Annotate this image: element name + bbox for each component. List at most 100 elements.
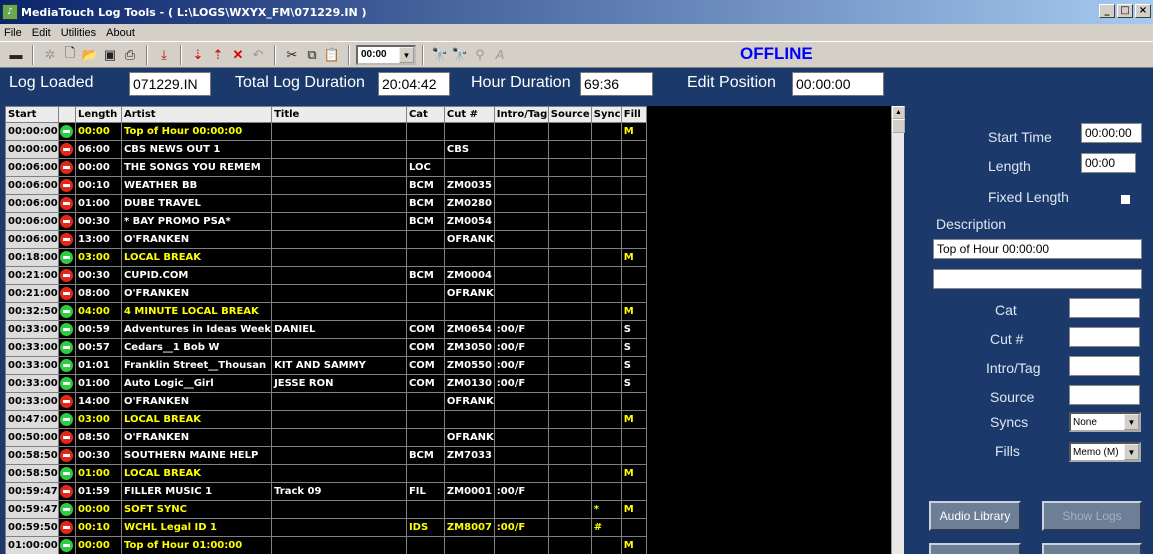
table-row[interactable]: 00:59:47 01:59 FILLER MUSIC 1 Track 09 FIL ZM… — [5, 482, 904, 501]
chevron-down-icon[interactable]: ▼ — [1124, 414, 1139, 430]
display-icon[interactable]: ▬ — [6, 45, 26, 65]
cell-title: DANIEL — [271, 320, 407, 339]
table-row[interactable]: 00:06:00 13:00 O'FRANKEN OFRANK — [5, 230, 904, 249]
table-row[interactable]: 00:58:50 00:30 SOUTHERN MAINE HELP BCM ZM703… — [5, 446, 904, 465]
audio-library-button[interactable]: Audio Library — [929, 501, 1021, 531]
scroll-up-icon[interactable]: ▲ — [892, 106, 905, 119]
log-loaded-field[interactable]: 071229.IN — [129, 72, 211, 96]
table-row[interactable]: 00:33:00 00:59 Adventures in Ideas Week DAN… — [5, 320, 904, 339]
table-row[interactable]: 00:32:50 04:00 4 MINUTE LOCAL BREAK M — [5, 302, 904, 321]
table-row[interactable]: 00:06:00 00:00 THE SONGS YOU REMEM LOC — [5, 158, 904, 177]
menu-about[interactable]: About — [106, 27, 135, 39]
find-icon[interactable]: 🔭 — [430, 45, 450, 65]
delete-icon[interactable]: ✕ — [228, 45, 248, 65]
paste-icon[interactable]: 📋 — [322, 45, 342, 65]
total-log-duration-field[interactable]: 20:04:42 — [378, 72, 450, 96]
scroll-thumb[interactable] — [892, 119, 905, 133]
font-icon[interactable]: A — [490, 45, 510, 65]
table-row[interactable]: 00:21:00 08:00 O'FRANKEN OFRANK — [5, 284, 904, 303]
start-time-field[interactable]: 00:00:00 — [1081, 123, 1142, 143]
cat-field[interactable] — [1069, 298, 1140, 318]
description-field-2[interactable] — [933, 269, 1142, 289]
cell-start: 00:06:00 — [5, 176, 59, 195]
intro-tag-field[interactable] — [1069, 356, 1140, 376]
menu-edit[interactable]: Edit — [32, 27, 51, 39]
column-header-title[interactable]: Title — [271, 106, 407, 123]
column-header-cat[interactable]: Cat — [405, 106, 445, 123]
table-row[interactable]: 00:00:00 06:00 CBS NEWS OUT 1 CBS — [5, 140, 904, 159]
find-next-icon[interactable]: 🔭 — [450, 45, 470, 65]
table-row[interactable]: 00:06:00 01:00 DUBE TRAVEL BCM ZM0280 — [5, 194, 904, 213]
filter-icon[interactable]: ⚲ — [470, 45, 490, 65]
green-indicator-icon — [60, 305, 74, 318]
log-grid[interactable]: Start Length Artist Title Cat Cut # Intr… — [5, 106, 905, 554]
copy-icon[interactable]: ⧉ — [302, 45, 322, 65]
chevron-down-icon[interactable]: ▼ — [1124, 444, 1139, 460]
edit-position-field[interactable]: 00:00:00 — [792, 72, 884, 96]
table-row[interactable]: 00:18:00 03:00 LOCAL BREAK M — [5, 248, 904, 267]
cell-start: 00:21:00 — [5, 284, 59, 303]
table-row[interactable]: 00:21:00 00:30 CUPID.COM BCM ZM0004 — [5, 266, 904, 285]
table-row[interactable]: 00:33:00 01:01 Franklin Street__Thousan KIT… — [5, 356, 904, 375]
table-row[interactable]: 00:47:00 03:00 LOCAL BREAK M — [5, 410, 904, 429]
fills-select[interactable]: Memo (M) ▼ — [1069, 442, 1141, 462]
column-header-source[interactable]: Source — [547, 106, 592, 123]
panel-button-3[interactable] — [929, 543, 1021, 554]
open-folder-icon[interactable]: 📂 — [80, 45, 100, 65]
column-header-fill[interactable]: Fill — [620, 106, 647, 123]
table-row[interactable]: 00:59:47 00:00 SOFT SYNC * M — [5, 500, 904, 519]
column-header-indicator[interactable] — [57, 106, 76, 123]
vertical-scrollbar[interactable]: ▲ — [891, 106, 905, 554]
length-field[interactable]: 00:00 — [1081, 153, 1136, 173]
table-row[interactable]: 01:00:00 00:00 Top of Hour 01:00:00 M — [5, 536, 904, 554]
table-row[interactable]: 00:58:50 01:00 LOCAL BREAK M — [5, 464, 904, 483]
table-row[interactable]: 00:59:50 00:10 WCHL Legal ID 1 IDS ZM8007:00… — [5, 518, 904, 537]
table-row[interactable]: 00:50:00 08:50 O'FRANKEN OFRANK — [5, 428, 904, 447]
column-header-length[interactable]: Length — [74, 106, 122, 123]
cell-cut: ZM0004 — [443, 266, 495, 285]
panel-button-4[interactable] — [1042, 543, 1142, 554]
cell-source — [547, 158, 592, 177]
menu-file[interactable]: File — [4, 27, 22, 39]
move-down-icon[interactable]: ⇣ — [188, 45, 208, 65]
show-logs-button[interactable]: Show Logs — [1042, 501, 1142, 531]
close-button[interactable]: × — [1135, 4, 1151, 18]
menu-utilities[interactable]: Utilities — [61, 27, 96, 39]
move-up-icon[interactable]: ⇡ — [208, 45, 228, 65]
print-icon[interactable]: ⎙ — [120, 45, 140, 65]
time-combo[interactable]: 00:00 ▼ — [356, 44, 416, 65]
minimize-button[interactable]: _ — [1099, 4, 1115, 18]
table-row[interactable]: 00:06:00 00:10 WEATHER BB BCM ZM0035 — [5, 176, 904, 195]
column-header-intro-tag[interactable]: Intro/Tag — [493, 106, 549, 123]
wizard-icon[interactable]: ✲ — [40, 45, 60, 65]
column-header-sync[interactable]: Sync — [590, 106, 622, 123]
table-row[interactable]: 00:00:00 00:00 Top of Hour 00:00:00 M — [5, 122, 904, 141]
cut-field[interactable] — [1069, 327, 1140, 347]
chevron-down-icon[interactable]: ▼ — [399, 46, 414, 63]
hour-duration-field[interactable]: 69:36 — [580, 72, 653, 96]
maximize-button[interactable]: □ — [1117, 4, 1133, 18]
source-field[interactable] — [1069, 385, 1140, 405]
table-row[interactable]: 00:33:00 01:00 Auto Logic__Girl JESSE RON CO… — [5, 374, 904, 393]
syncs-select[interactable]: None ▼ — [1069, 412, 1141, 432]
column-header-cut[interactable]: Cut # — [443, 106, 495, 123]
column-header-artist[interactable]: Artist — [120, 106, 273, 123]
cell-artist: LOCAL BREAK — [120, 464, 273, 483]
new-file-icon[interactable]: 🗋 — [60, 45, 80, 65]
cut-icon[interactable]: ✂ — [282, 45, 302, 65]
cell-title — [271, 536, 407, 554]
table-row[interactable]: 00:33:00 14:00 O'FRANKEN OFRANK — [5, 392, 904, 411]
column-header-start[interactable]: Start — [5, 106, 59, 123]
cell-cut — [443, 302, 495, 321]
cell-sync — [590, 158, 622, 177]
save-icon[interactable]: ▣ — [100, 45, 120, 65]
table-row[interactable]: 00:33:00 00:57 Cedars__1 Bob W COM ZM3050:00… — [5, 338, 904, 357]
time-combo-value: 00:00 — [361, 49, 387, 60]
table-row[interactable]: 00:06:00 00:30 * BAY PROMO PSA* BCM ZM0054 — [5, 212, 904, 231]
description-field[interactable]: Top of Hour 00:00:00 — [933, 239, 1142, 259]
cell-source — [547, 536, 592, 554]
insert-icon[interactable]: ⤓ — [154, 45, 174, 65]
red-indicator-icon — [60, 215, 74, 228]
fixed-length-checkbox[interactable] — [1121, 195, 1130, 204]
undo-icon[interactable]: ↶ — [248, 45, 268, 65]
